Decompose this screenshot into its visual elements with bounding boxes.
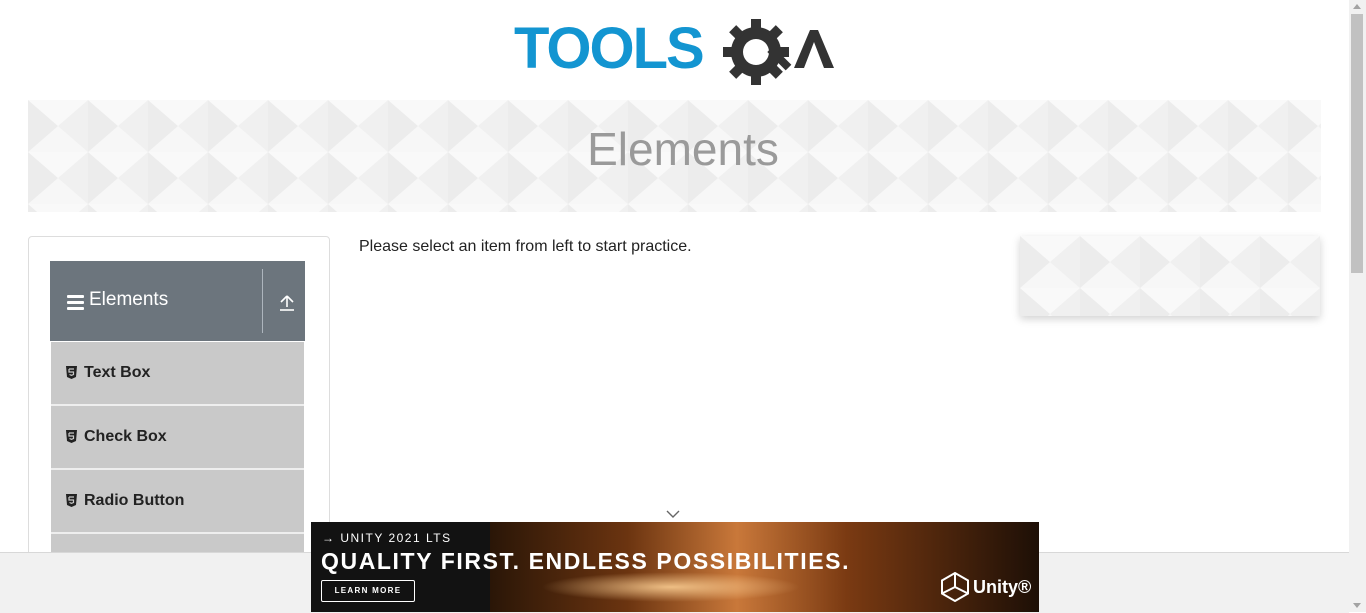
html5-icon xyxy=(66,494,77,507)
ad-headline: QUALITY FIRST. ENDLESS POSSIBILITIES. xyxy=(321,548,851,574)
sidebar-item-label: Radio Button xyxy=(84,492,185,509)
sidebar-item-label: Check Box xyxy=(84,428,167,445)
ad-glow xyxy=(541,572,801,602)
group-header-elements[interactable]: Elements xyxy=(50,261,305,341)
sidebar-item-radio-button[interactable]: Radio Button xyxy=(51,470,304,534)
html5-icon xyxy=(66,366,77,379)
unity-ad-banner[interactable]: → UNITY 2021 LTS QUALITY FIRST. ENDLESS … xyxy=(311,522,1039,612)
gear-icon xyxy=(723,19,792,85)
logo-text-tools: TOOLS xyxy=(514,16,703,81)
sidebar-item-text-box[interactable]: Text Box xyxy=(51,342,304,406)
ad-tag: → UNITY 2021 LTS xyxy=(322,531,452,545)
scrollbar-thumb[interactable] xyxy=(1351,14,1363,273)
scroll-down-icon[interactable] xyxy=(1353,603,1361,608)
scroll-up-icon[interactable] xyxy=(1353,4,1361,9)
sidebar-item-check-box[interactable]: Check Box xyxy=(51,406,304,470)
chevron-down-icon[interactable] xyxy=(664,508,682,520)
toolsqa-logo[interactable]: TOOLS xyxy=(514,14,838,92)
logo-letter-a xyxy=(794,30,834,68)
ad-brand-name: Unity® xyxy=(973,577,1032,597)
collapse-up-icon[interactable] xyxy=(279,294,295,312)
unity-logo-icon xyxy=(941,572,969,602)
sidebar-item-label: Text Box xyxy=(84,364,151,381)
page-scrollbar[interactable] xyxy=(1349,0,1366,612)
hamburger-icon xyxy=(67,295,84,310)
header-divider xyxy=(262,269,263,333)
practice-prompt: Please select an item from left to start… xyxy=(359,238,692,255)
html5-icon xyxy=(66,430,77,443)
learn-more-button[interactable]: LEARN MORE xyxy=(321,580,415,602)
group-title: Elements xyxy=(89,289,169,310)
side-ad-placeholder[interactable] xyxy=(1020,236,1320,316)
page-title: Elements xyxy=(587,123,779,175)
side-ad-pattern xyxy=(1020,236,1320,316)
